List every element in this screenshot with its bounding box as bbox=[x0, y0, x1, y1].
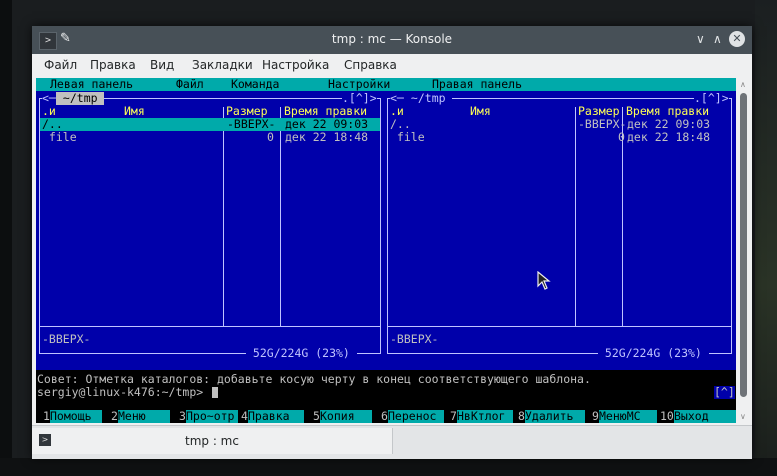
fkey-10-num: 10 bbox=[660, 409, 674, 423]
left-panel-path: ~/tmp bbox=[56, 91, 105, 105]
menu-bar: Файл Правка Вид Закладки Настройка Справ… bbox=[32, 54, 752, 76]
left-file-time: дек 22 18:48 bbox=[285, 130, 369, 144]
fkey-quit[interactable]: Выход bbox=[674, 410, 736, 423]
maximize-button[interactable]: ∧ bbox=[713, 32, 722, 46]
left-file-row[interactable]: file 0 дек 22 18:48 bbox=[40, 131, 380, 144]
left-file-name: file bbox=[42, 130, 77, 144]
right-file-name: file bbox=[390, 130, 425, 144]
prompt-history-button[interactable]: [^] bbox=[714, 386, 735, 399]
right-file-row[interactable]: file 0 дек 22 18:48 bbox=[388, 131, 731, 144]
fkey-menu[interactable]: Меню bbox=[118, 410, 170, 423]
konsole-window: > ✎ tmp : mc — Konsole ∨ ∧ ✕ Файл Правка… bbox=[32, 26, 752, 459]
shell-prompt[interactable]: sergiy@linux-k476:~/tmp> bbox=[37, 386, 203, 399]
mc-menu-left-panel[interactable]: Левая панель bbox=[50, 78, 133, 91]
fkey-4-num: 4 bbox=[241, 409, 248, 423]
terminal-area[interactable]: Левая панель Файл Команда Настройки Прав… bbox=[36, 78, 736, 423]
menu-edit[interactable]: Правка bbox=[90, 58, 136, 72]
desktop-left bbox=[0, 0, 12, 476]
fkey-9-num: 9 bbox=[592, 409, 599, 423]
right-file-time: дек 22 18:48 bbox=[627, 130, 711, 144]
left-disk-usage: 52G/224G (23%) bbox=[246, 346, 357, 360]
text-cursor bbox=[212, 387, 218, 398]
minimize-button[interactable]: ∨ bbox=[696, 32, 705, 46]
left-file-size: 0 bbox=[267, 130, 274, 144]
scroll-down-icon[interactable]: ∨ bbox=[740, 412, 746, 421]
mc-menu-right-panel[interactable]: Правая панель bbox=[432, 78, 522, 91]
left-header-name[interactable]: Имя bbox=[124, 105, 145, 118]
fkey-edit[interactable]: Правка bbox=[248, 410, 304, 423]
mc-menu-file[interactable]: Файл bbox=[176, 78, 204, 91]
fkey-help[interactable]: Помощь bbox=[50, 410, 102, 423]
tab-label: tmp : mc bbox=[185, 434, 239, 448]
fkey-mkdir[interactable]: НвКтлог bbox=[457, 410, 513, 423]
right-panel[interactable]: <─ ~/tmp .[^]> .и Имя Размер Время правк… bbox=[384, 91, 736, 370]
mc-menu-command[interactable]: Команда bbox=[231, 78, 279, 91]
right-header-name[interactable]: Имя bbox=[470, 105, 491, 118]
menu-help[interactable]: Справка bbox=[344, 58, 397, 72]
left-panel[interactable]: <─ ~/tmp .[^]> .и Имя Размер Время правк… bbox=[36, 91, 384, 370]
function-key-bar: 1 Помощь 2 Меню 3 Про~отр 4 Правка 5 Коп… bbox=[36, 410, 736, 423]
left-status: -ВВЕРХ- bbox=[42, 332, 91, 346]
fkey-pulldown[interactable]: МенюMC bbox=[599, 410, 657, 423]
close-button[interactable]: ✕ bbox=[729, 31, 745, 47]
fkey-3-num: 3 bbox=[179, 409, 186, 423]
fkey-view[interactable]: Про~отр bbox=[186, 410, 238, 423]
fkey-delete[interactable]: Удалить bbox=[525, 410, 585, 423]
right-status: -ВВЕРХ- bbox=[390, 332, 439, 346]
mc-top-menu: Левая панель Файл Команда Настройки Прав… bbox=[36, 78, 736, 91]
fkey-6-num: 6 bbox=[381, 409, 388, 423]
title-bar[interactable]: > ✎ tmp : mc — Konsole ∨ ∧ ✕ bbox=[32, 26, 752, 54]
right-panel-path: ~/tmp bbox=[404, 91, 453, 105]
menu-file[interactable]: Файл bbox=[44, 58, 77, 72]
scrollbar-thumb[interactable] bbox=[740, 93, 747, 397]
right-disk-usage: 52G/224G (23%) bbox=[598, 346, 709, 360]
fkey-7-num: 7 bbox=[450, 409, 457, 423]
tab-bar: > tmp : mc bbox=[32, 425, 752, 459]
menu-settings[interactable]: Настройка bbox=[262, 58, 329, 72]
tab-tmp-mc[interactable]: > tmp : mc bbox=[32, 428, 393, 454]
fkey-5-num: 5 bbox=[313, 409, 320, 423]
fkey-move[interactable]: Перенос bbox=[388, 410, 444, 423]
scroll-up-icon[interactable]: ∧ bbox=[740, 80, 746, 89]
desktop-bottom bbox=[0, 458, 777, 476]
fkey-8-num: 8 bbox=[518, 409, 525, 423]
mc-menu-options[interactable]: Настройки bbox=[328, 78, 390, 91]
right-file-size: 0 bbox=[618, 130, 625, 144]
fkey-copy[interactable]: Копия bbox=[320, 410, 372, 423]
mouse-pointer-icon bbox=[537, 271, 551, 290]
desktop-right bbox=[755, 0, 777, 476]
window-title: tmp : mc — Konsole bbox=[331, 32, 453, 46]
menu-bookmarks[interactable]: Закладки bbox=[192, 58, 253, 72]
fkey-1-num: 1 bbox=[43, 409, 50, 423]
fkey-2-num: 2 bbox=[111, 409, 118, 423]
menu-view[interactable]: Вид bbox=[150, 58, 174, 72]
